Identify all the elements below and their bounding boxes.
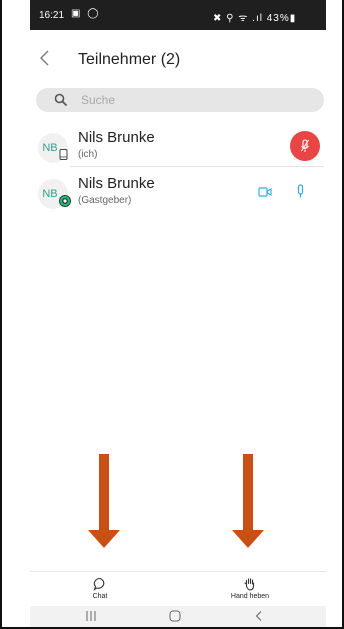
video-camera-icon[interactable] — [258, 186, 272, 198]
system-navigation-bar — [30, 606, 326, 627]
search-input[interactable] — [81, 91, 311, 109]
arrow-down-annotation-right — [232, 454, 264, 548]
raise-hand-label: Hand heben — [230, 593, 270, 600]
bottom-bar-divider — [30, 571, 326, 572]
participant-name: Nils Brunke — [78, 175, 155, 192]
arrow-down-annotation-left — [88, 454, 120, 548]
row-divider — [70, 166, 324, 167]
search-icon — [54, 93, 68, 107]
home-icon[interactable] — [169, 610, 181, 622]
avatar-initials: NB — [42, 188, 58, 200]
recent-apps-icon[interactable] — [84, 610, 98, 622]
host-badge-icon — [59, 195, 71, 207]
participant-role: (Gastgeber) — [78, 195, 132, 206]
raise-hand-button[interactable]: Hand heben — [222, 577, 278, 605]
page-title: Teilnehmer (2) — [78, 51, 181, 68]
chevron-left-icon[interactable] — [38, 48, 52, 68]
back-nav-icon[interactable] — [254, 610, 264, 622]
participant-role: (ich) — [78, 149, 98, 160]
chat-bubble-icon — [93, 577, 105, 591]
participant-name: Nils Brunke — [78, 129, 155, 146]
avatar-initials: NB — [42, 142, 58, 154]
participant-row-self[interactable]: NB Nils Brunke (ich) — [32, 127, 324, 167]
chat-label: Chat — [92, 593, 108, 600]
status-bar: 16:21 ▣ ◯ ✖ ⚲ ᯤ .ıl 43%▮ — [30, 0, 326, 30]
participant-row-host[interactable]: NB Nils Brunke (Gastgeber) — [32, 173, 324, 213]
hand-icon — [244, 578, 255, 591]
microphone-off-icon — [301, 139, 309, 152]
phone-icon — [59, 149, 68, 160]
search-bar[interactable] — [36, 88, 324, 112]
status-right-indicators: ✖ ⚲ ᯤ .ıl 43%▮ — [213, 13, 297, 24]
microphone-icon[interactable] — [296, 184, 305, 199]
chat-button[interactable]: Chat — [80, 577, 120, 605]
muted-mic-button[interactable] — [290, 131, 320, 161]
status-time: 16:21 — [39, 10, 65, 21]
notification-icons: ▣ ◯ — [71, 8, 101, 19]
